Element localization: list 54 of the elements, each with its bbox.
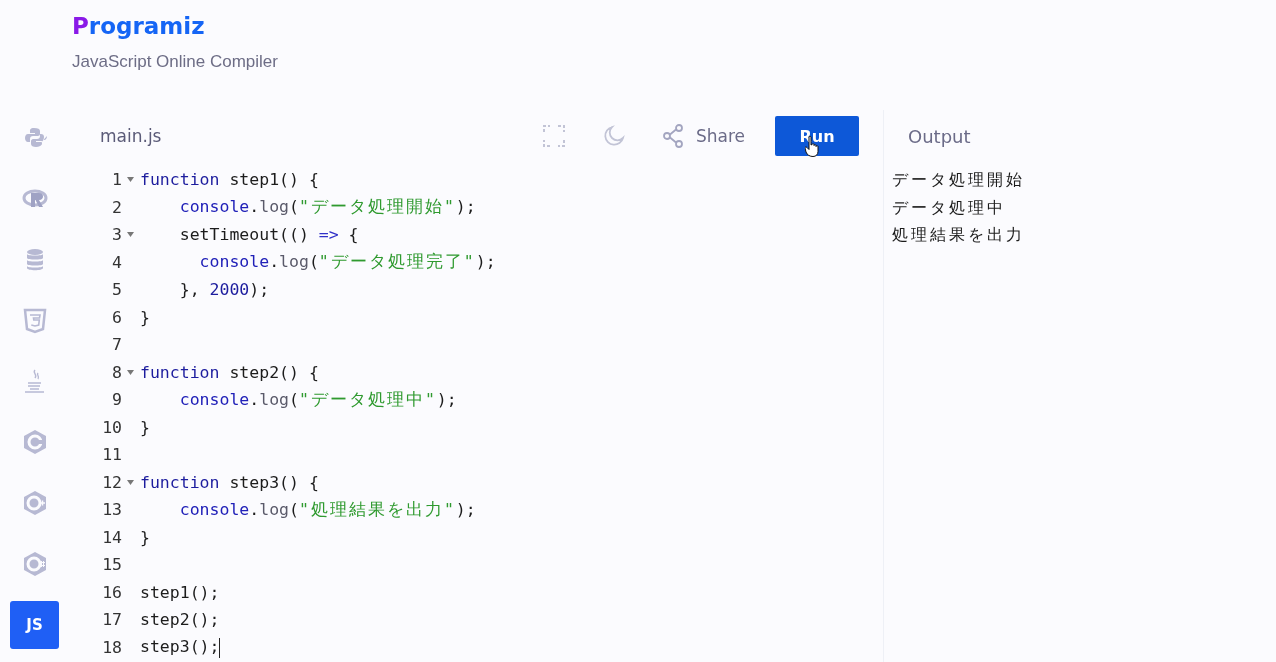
logo[interactable]: Programiz — [72, 12, 205, 40]
line-number: 12 — [102, 472, 122, 492]
fold-caret-icon[interactable] — [126, 177, 134, 183]
fold-caret-icon[interactable] — [126, 479, 134, 485]
code-line: step1(); — [139, 582, 220, 602]
code-line: step2(); — [139, 610, 220, 630]
output-line: データ処理開始 — [892, 169, 1025, 191]
line-number: 2 — [112, 197, 122, 217]
code-line: function step1() { — [139, 170, 319, 190]
run-button[interactable]: Run — [775, 116, 859, 156]
output-line: データ処理中 — [892, 196, 1006, 219]
line-number: 10 — [102, 417, 122, 437]
code-line: console.log("処理結果を出力"); — [178, 498, 476, 521]
fold-caret-icon[interactable] — [126, 369, 134, 375]
line-number: 13 — [102, 500, 122, 520]
line-number: 5 — [112, 280, 122, 300]
fullscreen-icon — [542, 125, 565, 147]
line-number: 14 — [102, 527, 122, 547]
code-line: } — [139, 417, 150, 437]
code-line: }, 2000); — [178, 280, 270, 300]
share-icon — [661, 124, 684, 148]
code-line: function step3() { — [139, 472, 319, 492]
code-line: } — [139, 527, 150, 547]
shield-icon — [21, 307, 48, 334]
code-line: console.log("データ処理開始"); — [178, 196, 476, 219]
line-number: 3 — [112, 225, 122, 245]
code-line: function step2() { — [139, 362, 319, 382]
hexagon-c-icon — [21, 429, 48, 456]
output-line: 処理結果を出力 — [892, 224, 1025, 246]
line-number: 9 — [112, 390, 122, 410]
language-button[interactable]: JS — [10, 601, 59, 649]
hexagon-c-plus-icon — [21, 490, 48, 517]
moon-icon — [602, 125, 625, 147]
line-number: 4 — [112, 252, 122, 272]
line-number: 6 — [112, 307, 122, 327]
line-number: 8 — [112, 362, 122, 382]
line-number: 1 — [112, 170, 122, 190]
hexagon-c-sharp-icon — [21, 551, 48, 578]
line-number: 7 — [112, 335, 122, 355]
line-number: 17 — [102, 610, 122, 630]
page-subtitle: JavaScript Online Compiler — [72, 52, 278, 72]
code-line: step3(); — [139, 637, 221, 658]
code-line: } — [139, 307, 150, 327]
code-line: setTimeout(() => { — [178, 225, 359, 245]
line-number: 15 — [102, 555, 122, 575]
line-number: 16 — [102, 582, 122, 602]
line-number: 11 — [102, 445, 122, 465]
output-title: Output — [908, 125, 971, 147]
code-line: console.log("データ処理中"); — [178, 388, 457, 411]
line-number: 18 — [102, 637, 122, 657]
file-tab[interactable]: main.js — [100, 126, 162, 146]
code-line: console.log("データ処理完了"); — [198, 251, 496, 274]
share-button[interactable]: Share — [661, 124, 745, 148]
fold-caret-icon[interactable] — [126, 232, 134, 238]
